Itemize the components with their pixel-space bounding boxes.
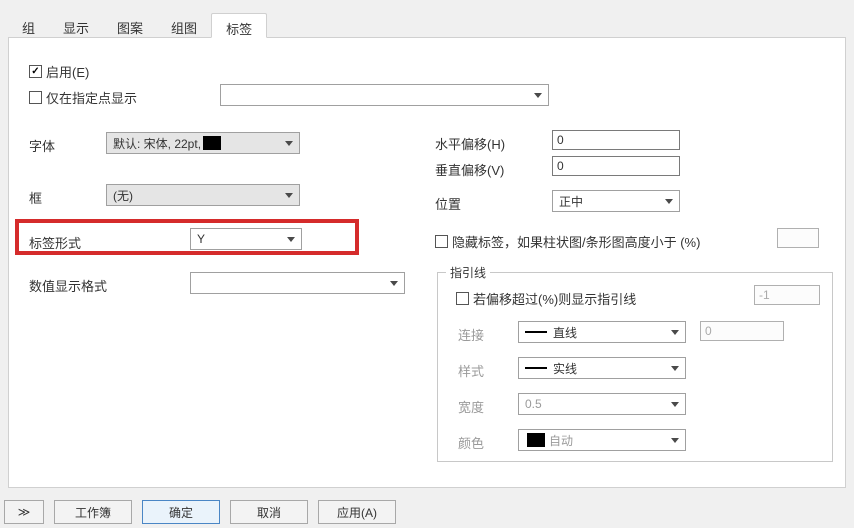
show-only-at-points-checkbox[interactable] — [29, 91, 42, 104]
v-offset-label: 垂直偏移(V) — [435, 160, 504, 179]
tab-pattern[interactable]: 图案 — [103, 13, 157, 38]
leader-style-dropdown[interactable]: 实线 — [518, 357, 686, 379]
show-only-at-points-dropdown[interactable] — [220, 84, 549, 106]
tab-subplot[interactable]: 组图 — [157, 13, 211, 38]
leader-style-label: 样式 — [458, 361, 484, 380]
font-color-swatch — [203, 136, 221, 150]
leader-color-label: 颜色 — [458, 433, 484, 452]
show-only-at-points-label: 仅在指定点显示 — [46, 88, 137, 107]
font-dropdown[interactable]: 默认: 宋体, 22pt, — [106, 132, 300, 154]
enable-checkbox[interactable] — [29, 65, 42, 78]
chevron-down-icon — [671, 366, 679, 371]
chevron-down-icon — [287, 237, 295, 242]
leader-color-dropdown[interactable]: 自动 — [518, 429, 686, 451]
numeric-format-dropdown[interactable] — [190, 272, 405, 294]
line-icon — [525, 367, 547, 369]
ok-button[interactable]: 确定 — [142, 500, 220, 524]
leader-width-dropdown[interactable]: 0.5 — [518, 393, 686, 415]
chevron-down-icon — [671, 438, 679, 443]
apply-button[interactable]: 应用(A) — [318, 500, 396, 524]
chevron-down-icon — [534, 93, 542, 98]
label-form-label: 标签形式 — [29, 233, 81, 252]
position-label: 位置 — [435, 194, 461, 213]
leader-connect-extra-input[interactable]: 0 — [700, 321, 784, 341]
color-swatch — [527, 433, 545, 447]
leader-width-label: 宽度 — [458, 397, 484, 416]
tab-labels[interactable]: 标签 — [211, 13, 267, 38]
tab-display[interactable]: 显示 — [49, 13, 103, 38]
button-bar: ≫ 工作簿 确定 取消 应用(A) — [4, 500, 396, 524]
hide-label-checkbox[interactable] — [435, 235, 448, 248]
label-form-dropdown[interactable]: Y — [190, 228, 302, 250]
enable-label: 启用(E) — [46, 62, 89, 81]
hide-label-percent-input[interactable] — [777, 228, 819, 248]
chevron-down-icon — [671, 330, 679, 335]
position-dropdown[interactable]: 正中 — [552, 190, 680, 212]
leader-enable-checkbox[interactable] — [456, 292, 469, 305]
workbook-button[interactable]: 工作簿 — [54, 500, 132, 524]
h-offset-input[interactable]: 0 — [552, 130, 680, 150]
labels-panel: 启用(E) 仅在指定点显示 字体 默认: 宋体, 22pt, 框 (无) — [8, 38, 846, 488]
box-dropdown[interactable]: (无) — [106, 184, 300, 206]
chevron-down-icon — [390, 281, 398, 286]
leader-line-group: 指引线 若偏移超过(%)则显示指引线 -1 连接 直线 0 样式 — [437, 272, 833, 462]
h-offset-label: 水平偏移(H) — [435, 134, 505, 153]
more-button[interactable]: ≫ — [4, 500, 44, 524]
chevron-down-icon — [285, 193, 293, 198]
numeric-format-label: 数值显示格式 — [29, 276, 107, 295]
v-offset-input[interactable]: 0 — [552, 156, 680, 176]
leader-connect-label: 连接 — [458, 325, 484, 344]
hide-label-label: 隐藏标签，如果柱状图/条形图高度小于 (%) — [452, 232, 700, 251]
leader-enable-percent-input[interactable]: -1 — [754, 285, 820, 305]
leader-line-title: 指引线 — [446, 264, 490, 281]
chevron-down-icon — [665, 199, 673, 204]
line-icon — [525, 331, 547, 333]
chevron-down-icon — [671, 402, 679, 407]
chevron-down-icon — [285, 141, 293, 146]
tab-bar: 组 显示 图案 组图 标签 — [8, 12, 846, 38]
box-label: 框 — [29, 188, 42, 207]
tab-group[interactable]: 组 — [8, 13, 49, 38]
leader-enable-label: 若偏移超过(%)则显示指引线 — [473, 289, 636, 308]
leader-connect-dropdown[interactable]: 直线 — [518, 321, 686, 343]
font-label: 字体 — [29, 136, 55, 155]
cancel-button[interactable]: 取消 — [230, 500, 308, 524]
